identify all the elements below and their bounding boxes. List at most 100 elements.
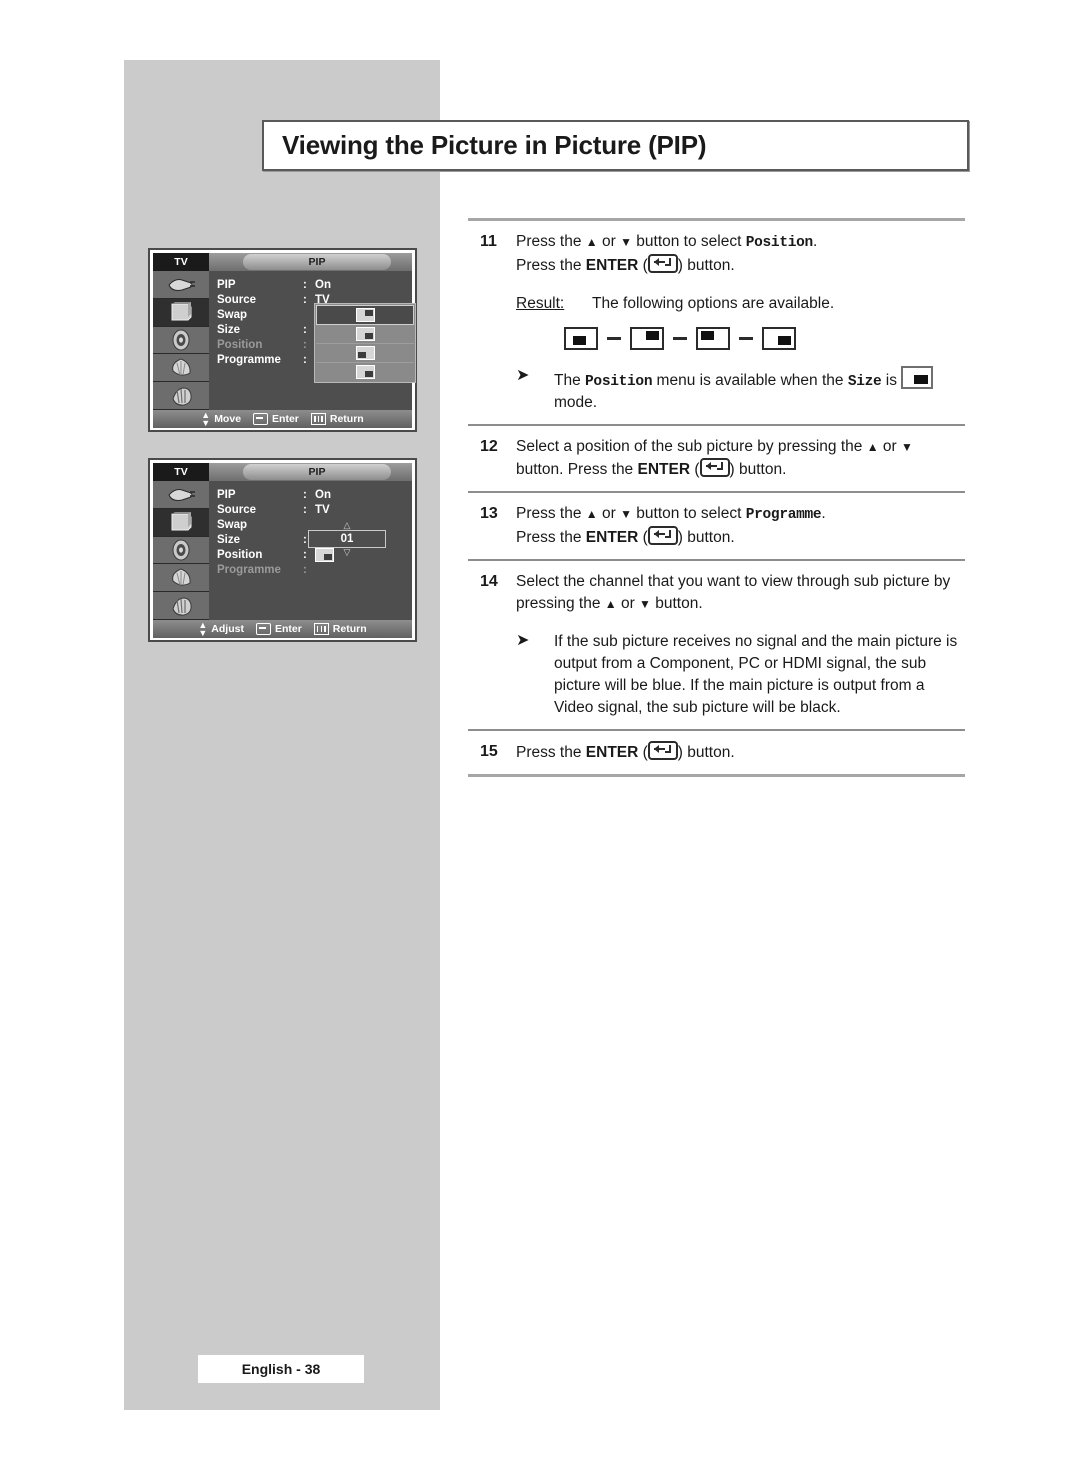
pip-position-icon [355, 346, 375, 360]
up-down-arrows-icon: ▲ ▼ [201, 410, 211, 428]
osd-row-programme[interactable]: Programme : [217, 562, 412, 577]
osd-hint-label: Enter [274, 623, 302, 635]
step-line: Press the or button to select Position. [516, 231, 965, 254]
osd-hint-bar: ▲ ▼ Adjust Enter Return [153, 620, 412, 638]
osd-row-pip[interactable]: PIP : On [217, 277, 412, 292]
osd-menu-tab: PIP [243, 254, 391, 270]
chevron-down-icon[interactable]: ▽ [344, 548, 351, 557]
pip-position-option-icon [696, 326, 730, 350]
osd-row-pip[interactable]: PIP : On [217, 487, 412, 502]
step-14: 14 Select the channel that you want to v… [468, 561, 965, 729]
menu-name-position: Position [745, 235, 814, 251]
pip-position-option-icon [564, 326, 598, 350]
pip-position-option[interactable] [316, 363, 414, 381]
input-plug-icon [153, 481, 209, 509]
fan-setup-icon [153, 354, 209, 383]
page-footer-label: English - 38 [241, 1361, 321, 1377]
osd-hint-bar: ▲ ▼ Move Enter Return [153, 410, 412, 428]
menu-name-programme: Programme [745, 507, 822, 524]
page-footer-box: English - 38 [198, 1355, 364, 1383]
step-line: Press the ENTER () button. [516, 253, 965, 277]
osd-row-label: Programme [217, 353, 281, 366]
osd-hint-return: Return [313, 623, 367, 635]
menu-key-icon [310, 413, 326, 425]
programme-stepper[interactable]: △ 01 ▽ [308, 521, 386, 557]
up-down-arrows-icon: ▲ ▼ [198, 620, 208, 638]
pip-position-icon [355, 308, 375, 322]
osd-row-colon: : [303, 503, 307, 516]
osd-row-label: Swap [217, 518, 248, 531]
input-plug-icon [153, 271, 209, 299]
enter-button-label: ENTER [585, 528, 639, 546]
up-arrow-icon [867, 438, 879, 455]
step-line: Press the ENTER () button. [516, 740, 965, 764]
step-number: 11 [480, 233, 497, 250]
pip-position-icon [355, 327, 375, 341]
note-text: The Position menu is available when the … [554, 365, 965, 415]
osd-row-label: PIP [217, 488, 236, 501]
osd-row-value: On [315, 488, 331, 501]
step-line: Press the or button to select Programme. [516, 503, 965, 526]
chevron-up-icon[interactable]: △ [344, 521, 351, 530]
osd-row-label: PIP [217, 278, 236, 291]
tv-picture-icon [153, 508, 209, 537]
osd-row-label: Programme [217, 563, 281, 576]
pip-position-option[interactable] [316, 325, 414, 344]
tv-picture-icon [153, 298, 209, 327]
step-number: 15 [480, 742, 498, 760]
divider [468, 773, 965, 777]
osd-row-label: Swap [217, 308, 248, 321]
osd-row-label: Position [217, 338, 263, 351]
pip-position-options-row [564, 326, 965, 350]
step-12: 12 Select a position of the sub picture … [468, 426, 965, 491]
programme-value: 01 [308, 530, 386, 548]
step-line: Press the ENTER () button. [516, 525, 965, 549]
enter-key-icon [253, 413, 269, 425]
hand-setup-icon [153, 382, 209, 410]
osd-row-value: On [315, 278, 331, 291]
note-block: ➤ The Position menu is available when th… [516, 365, 965, 415]
enter-key-icon [255, 623, 271, 635]
osd-titlebar: TV PIP [153, 463, 412, 481]
page-title-box: Viewing the Picture in Picture (PIP) [262, 120, 969, 171]
pip-position-option-icon [762, 326, 796, 350]
enter-key-icon [647, 253, 678, 273]
osd-menu-tab: PIP [243, 464, 391, 480]
osd-hint-label: Return [332, 623, 367, 635]
step-line: button. Press the ENTER () button. [516, 458, 965, 481]
dash-separator [607, 336, 621, 340]
menu-name-size: Size [847, 373, 882, 390]
speaker-sound-icon [153, 536, 209, 565]
pip-size-icon [901, 365, 934, 389]
osd-row-value: TV [315, 503, 330, 516]
result-row: Result: The following options are availa… [516, 293, 965, 315]
osd-hint-label: Move [214, 413, 242, 425]
menu-key-icon [313, 623, 329, 635]
up-arrow-icon [586, 233, 598, 250]
step-line: Select the channel that you want to view… [516, 572, 951, 590]
page-title: Viewing the Picture in Picture (PIP) [282, 130, 707, 160]
osd-row-colon: : [303, 563, 307, 576]
osd-source-label: TV [153, 463, 209, 481]
note-bullet-icon: ➤ [516, 631, 530, 649]
pip-position-option[interactable] [316, 344, 414, 363]
down-arrow-icon [901, 438, 913, 455]
enter-button-label: ENTER [637, 461, 691, 479]
osd-row-source[interactable]: Source : TV [217, 502, 412, 517]
down-arrow-icon [620, 505, 632, 522]
down-arrow-icon [639, 595, 651, 612]
osd-screenshot-programme-menu: TV PIP PIP : On Source: TV Swap Size: … [148, 458, 417, 642]
enter-button-label: ENTER [585, 256, 639, 274]
osd-row-colon: : [303, 488, 307, 501]
enter-key-icon [699, 458, 730, 478]
enter-button-label: ENTER [585, 743, 639, 761]
osd-titlebar: TV PIP [153, 253, 412, 271]
osd-row-label: Size [217, 533, 241, 546]
osd-hint-label: Adjust [211, 623, 244, 635]
pip-position-dropdown[interactable] [314, 303, 416, 383]
step-15: 15 Press the ENTER () button. [468, 731, 965, 774]
pip-position-option[interactable] [316, 305, 414, 325]
step-line: pressing the or button. [516, 593, 965, 615]
osd-hint-adjust: ▲ ▼ Adjust [198, 620, 244, 638]
osd-hint-label: Return [329, 413, 364, 425]
